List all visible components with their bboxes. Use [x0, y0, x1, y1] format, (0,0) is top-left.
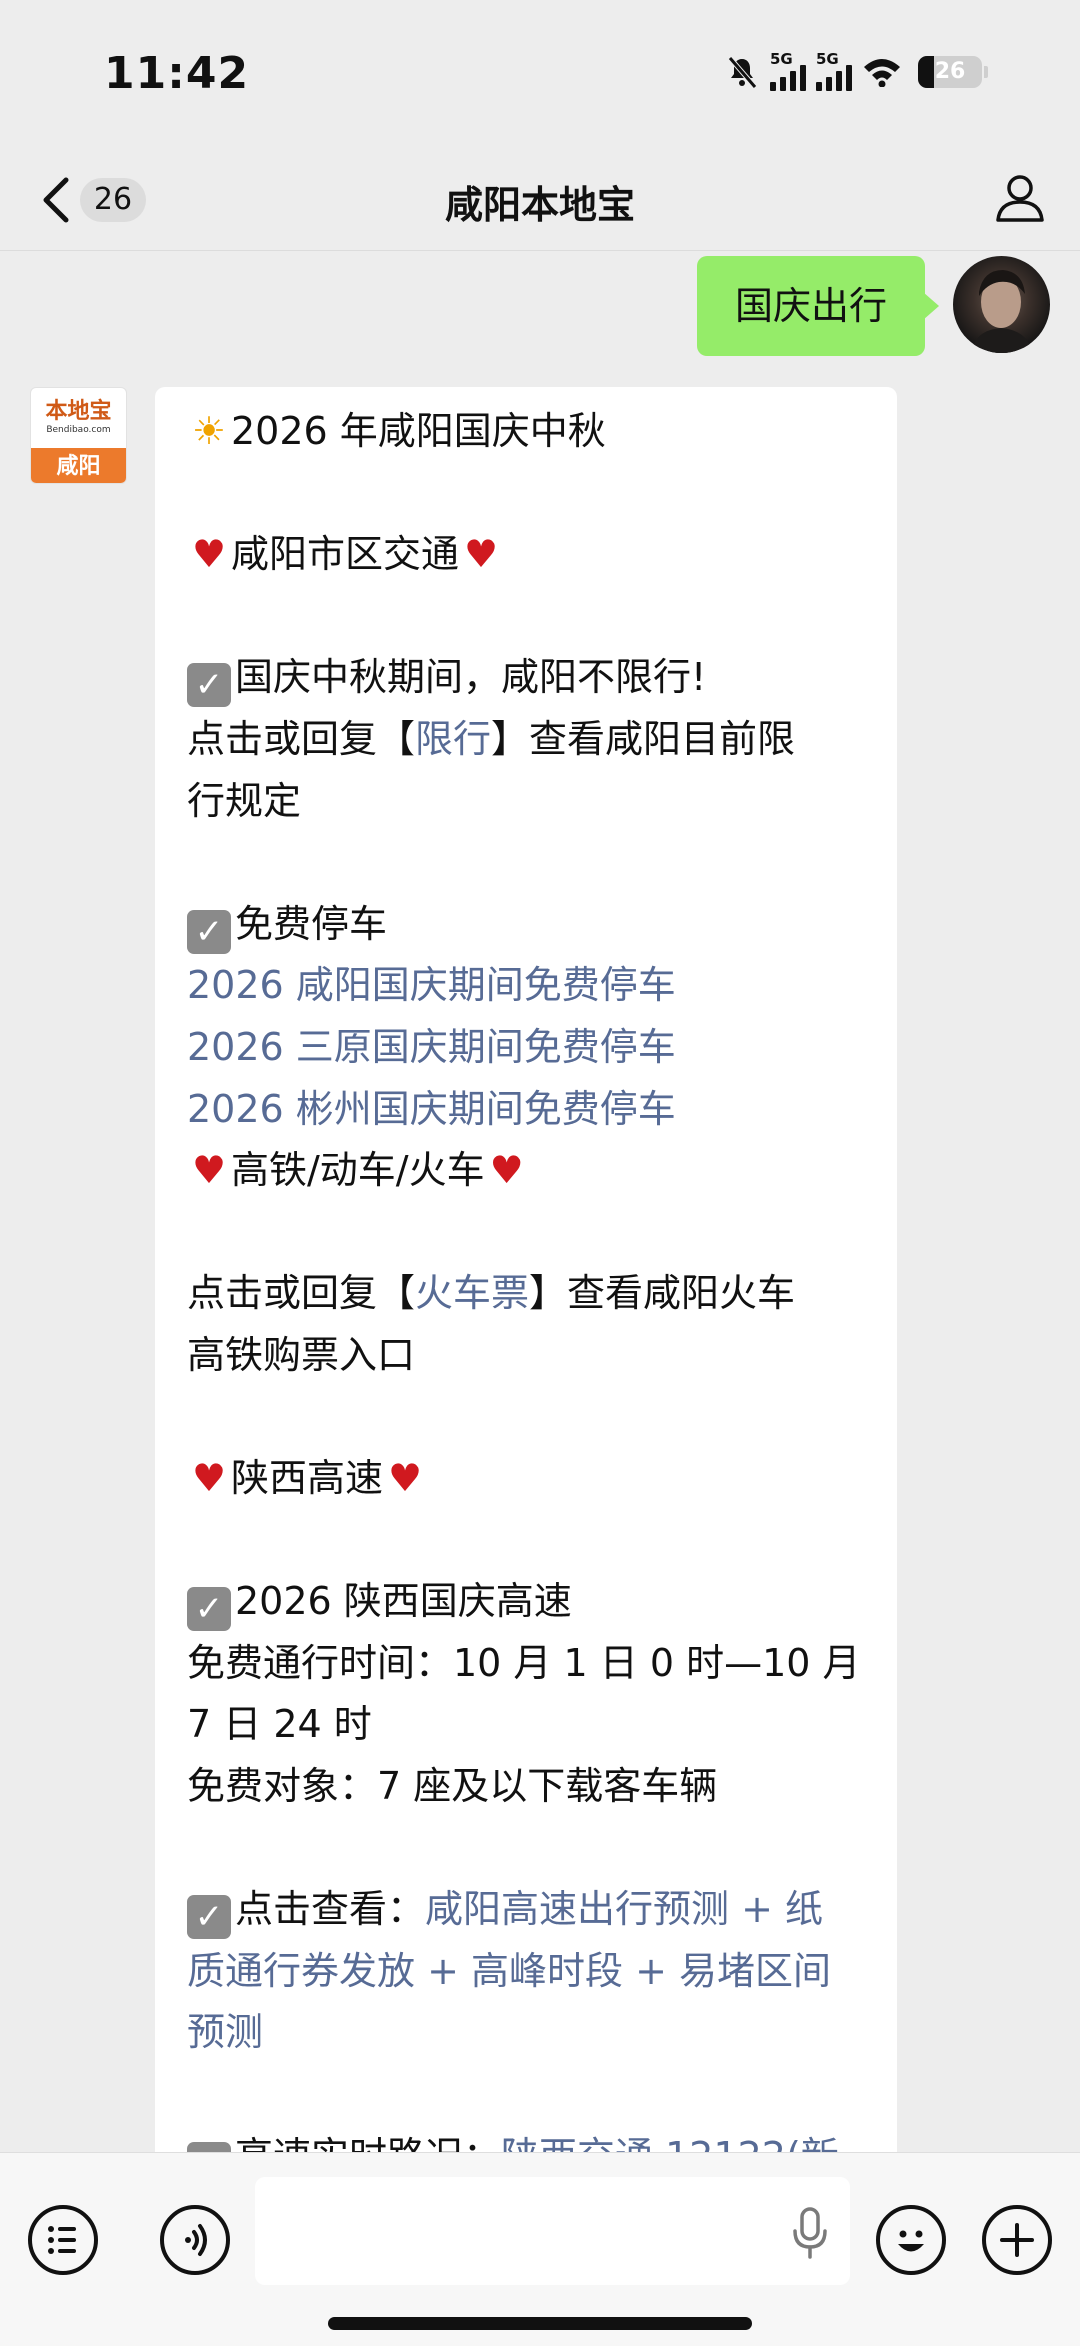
mute-bell-icon: [728, 55, 757, 89]
section-heading-traffic: 咸阳市区交通: [231, 532, 460, 577]
message-text: 免费停车: [235, 901, 388, 946]
signal-bars-icon: [816, 65, 852, 91]
message-line: ✓ 免费停车: [187, 894, 867, 956]
outgoing-message-bubble[interactable]: 国庆出行: [697, 256, 939, 356]
account-city-label: 咸阳: [31, 448, 126, 483]
message-text: 免费对象：7 座及以下载客车辆: [187, 1764, 718, 1809]
heart-emoji-icon: ♥: [463, 532, 499, 577]
link-restriction[interactable]: 限行: [415, 717, 491, 761]
link-binzhou-parking[interactable]: 2026 彬州国庆期间免费停车: [187, 1079, 867, 1141]
emoji-button[interactable]: [876, 2205, 946, 2275]
link-train-tickets[interactable]: 火车票: [415, 1271, 529, 1315]
message-text: 点击或回复【: [187, 1271, 416, 1316]
voice-mode-button[interactable]: [160, 2205, 230, 2275]
message-line: ♥ 咸阳市区交通 ♥: [187, 524, 867, 586]
heart-emoji-icon: ♥: [387, 1456, 423, 1501]
message-line: ♥ 陕西高速 ♥: [187, 1448, 867, 1510]
smiley-face-icon: [898, 2230, 924, 2252]
link-highway-forecast[interactable]: 咸阳高速出行预测 + 纸: [425, 1887, 823, 1931]
battery-tip: [984, 65, 988, 78]
link-sanyuan-parking[interactable]: 2026 三原国庆期间免费停车: [187, 1017, 867, 1079]
message-line: 行规定: [187, 771, 867, 833]
more-actions-button[interactable]: [982, 2205, 1052, 2275]
status-icons: 5G 5G 26: [724, 52, 988, 91]
battery-level: 26: [934, 59, 966, 84]
plus-icon: [1000, 2223, 1034, 2257]
home-indicator[interactable]: [328, 2317, 752, 2330]
message-line: ✓ 国庆中秋期间，咸阳不限行!: [187, 647, 867, 709]
message-text: 2026 陕西国庆高速: [235, 1579, 572, 1624]
message-line: ✓ 点击查看：咸阳高速出行预测 + 纸: [187, 1879, 867, 1941]
chat-header: 26 咸阳本地宝: [0, 150, 1080, 251]
status-time: 11:42: [104, 48, 250, 99]
message-line: 免费对象：7 座及以下载客车辆: [187, 1756, 867, 1818]
heart-emoji-icon: ♥: [191, 532, 227, 577]
voice-wave-icon: [185, 2224, 207, 2256]
message-input[interactable]: [255, 2177, 850, 2285]
message-text: 国庆中秋期间，咸阳不限行!: [235, 655, 707, 700]
section-heading-rail: 高铁/动车/火车: [231, 1148, 485, 1193]
message-line: ♥ 高铁/动车/火车 ♥: [187, 1140, 867, 1202]
message-heading: 2026 年咸阳国庆中秋: [231, 409, 606, 453]
profile-icon[interactable]: [990, 168, 1050, 228]
heart-emoji-icon: ♥: [191, 1456, 227, 1501]
menu-list-icon: [48, 2226, 76, 2254]
battery-indicator: 26: [918, 55, 982, 88]
account-avatar[interactable]: 本地宝 Bendibao.com 咸阳: [30, 387, 127, 484]
account-logo-text: 本地宝: [45, 399, 112, 424]
heart-emoji-icon: ♥: [191, 1148, 227, 1193]
link-xianyang-parking[interactable]: 2026 咸阳国庆期间免费停车: [187, 955, 867, 1017]
cellular-signal-1: 5G: [770, 52, 806, 91]
section-heading-highway: 陕西高速: [231, 1456, 384, 1501]
message-line: 点击或回复【火车票】查看咸阳火车: [187, 1263, 867, 1325]
link-highway-forecast-end[interactable]: 预测: [187, 2002, 867, 2064]
message-line: 7 日 24 时: [187, 1694, 867, 1756]
check-box-icon: ✓: [187, 663, 231, 708]
account-logo-subtext: Bendibao.com: [46, 425, 111, 435]
sun-emoji-icon: ☀: [191, 409, 227, 453]
check-box-icon: ✓: [187, 1587, 231, 1632]
menu-toggle-button[interactable]: [28, 2205, 98, 2275]
chat-title: 咸阳本地宝: [444, 183, 635, 227]
message-text: 点击查看：: [235, 1887, 426, 1932]
signal-bars-icon: [770, 65, 806, 91]
message-text: 点击或回复【: [187, 716, 416, 761]
message-line: ☀ 2026 年咸阳国庆中秋: [187, 401, 867, 463]
message-line: ✓ 2026 陕西国庆高速: [187, 1571, 867, 1633]
incoming-message-bubble[interactable]: ☀ 2026 年咸阳国庆中秋 ♥ 咸阳市区交通 ♥ ✓ 国庆中秋期间，咸阳不限行! 点击…: [155, 387, 897, 2287]
message-text: 】查看咸阳火车: [529, 1271, 796, 1316]
message-line: 点击或回复【限行】查看咸阳目前限: [187, 709, 867, 771]
cellular-signal-2: 5G: [816, 52, 852, 91]
message-line: 免费通行时间：10 月 1 日 0 时—10 月: [187, 1633, 867, 1695]
check-box-icon: ✓: [187, 909, 231, 954]
microphone-icon[interactable]: [790, 2207, 830, 2259]
message-text: 7 日 24 时: [187, 1702, 372, 1747]
user-avatar[interactable]: [953, 256, 1050, 353]
message-text: 】查看咸阳目前限: [491, 716, 796, 761]
status-bar: 11:42 5G 5G 26: [0, 0, 1080, 150]
message-text: 免费通行时间：10 月 1 日 0 时—10 月: [187, 1640, 861, 1685]
message-text: 高铁购票入口: [187, 1332, 416, 1377]
message-text: 行规定: [187, 778, 302, 823]
check-box-icon: ✓: [187, 1895, 231, 1940]
link-highway-forecast-cont[interactable]: 质通行券发放 + 高峰时段 + 易堵区间: [187, 1941, 867, 2003]
heart-emoji-icon: ♥: [489, 1148, 524, 1193]
wifi-icon: [864, 58, 900, 87]
message-line: 高铁购票入口: [187, 1325, 867, 1387]
